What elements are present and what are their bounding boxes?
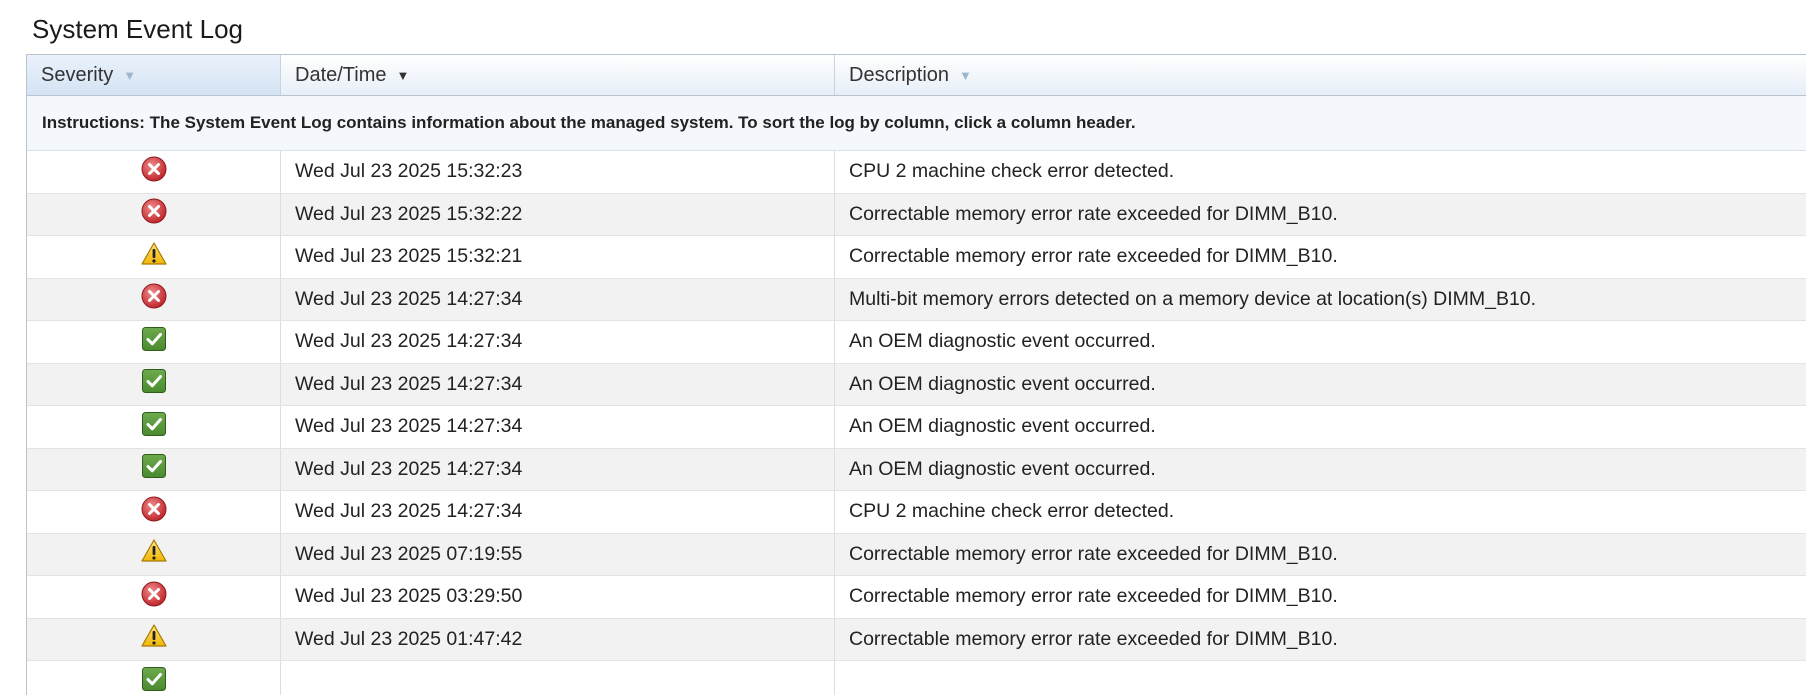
error-icon — [140, 580, 168, 614]
table-row: Wed Jul 23 2025 03:29:50 Correctable memo… — [27, 576, 1806, 619]
severity-cell — [27, 618, 281, 660]
severity-cell — [27, 151, 281, 193]
error-icon — [140, 495, 168, 529]
column-header-description[interactable]: Description ▼ — [835, 55, 1806, 95]
severity-cell — [27, 363, 281, 405]
datetime-cell: Wed Jul 23 2025 03:29:50 — [281, 576, 835, 618]
table-row — [27, 661, 1806, 695]
datetime-cell: Wed Jul 23 2025 14:27:34 — [281, 491, 835, 533]
datetime-cell: Wed Jul 23 2025 14:27:34 — [281, 278, 835, 320]
description-cell: Correctable memory error rate exceeded f… — [849, 585, 1338, 608]
description-cell: CPU 2 machine check error detected. — [849, 160, 1175, 183]
table-row: Wed Jul 23 2025 14:27:34 An OEM diagnosti… — [27, 363, 1806, 406]
datetime-cell: Wed Jul 23 2025 15:32:21 — [281, 236, 835, 278]
datetime-cell: Wed Jul 23 2025 07:19:55 — [281, 533, 835, 575]
ok-icon — [140, 665, 168, 695]
error-icon — [140, 155, 168, 189]
description-cell: An OEM diagnostic event occurred. — [849, 415, 1156, 438]
column-header-datetime[interactable]: Date/Time ▼ — [281, 55, 835, 95]
severity-cell — [27, 321, 281, 363]
sort-arrow-icon: ▼ — [396, 67, 410, 83]
datetime-cell: Wed Jul 23 2025 15:32:22 — [281, 193, 835, 235]
table-row: Wed Jul 23 2025 14:27:34 An OEM diagnosti… — [27, 448, 1806, 491]
table-row: Wed Jul 23 2025 14:27:34 An OEM diagnosti… — [27, 321, 1806, 364]
sort-arrow-icon: ▼ — [959, 67, 972, 83]
description-cell: Multi-bit memory errors detected on a me… — [849, 287, 1537, 310]
warning-icon — [140, 622, 168, 656]
table-body: Wed Jul 23 2025 15:32:23 CPU 2 machine ch… — [27, 151, 1806, 695]
page-title: System Event Log — [32, 14, 243, 44]
description-cell: Correctable memory error rate exceeded f… — [849, 542, 1338, 565]
description-cell: Correctable memory error rate exceeded f… — [849, 245, 1338, 268]
description-cell: An OEM diagnostic event occurred. — [849, 330, 1156, 353]
table-row: Wed Jul 23 2025 07:19:55 Correctable memo… — [27, 533, 1806, 576]
warning-icon — [140, 537, 168, 571]
sort-arrow-icon: ▼ — [123, 67, 137, 83]
datetime-cell: Wed Jul 23 2025 14:27:34 — [281, 448, 835, 490]
severity-cell — [27, 576, 281, 618]
error-icon — [140, 197, 168, 231]
table-row: Wed Jul 23 2025 15:32:22 Correctable memo… — [27, 193, 1806, 236]
table-row: Wed Jul 23 2025 14:27:34 Multi-bit memory… — [27, 278, 1806, 321]
description-cell: Correctable memory error rate exceeded f… — [849, 202, 1338, 225]
ok-icon — [140, 452, 168, 486]
warning-icon — [140, 240, 168, 274]
datetime-cell: Wed Jul 23 2025 15:32:23 — [281, 151, 835, 193]
severity-cell — [27, 661, 281, 695]
ok-icon — [140, 325, 168, 359]
severity-cell — [27, 533, 281, 575]
ok-icon — [140, 410, 168, 444]
column-header-label: Description — [849, 63, 950, 86]
table-row: Wed Jul 23 2025 15:32:23 CPU 2 machine ch… — [27, 151, 1806, 194]
ok-icon — [140, 367, 168, 401]
table-row: Wed Jul 23 2025 14:27:34 CPU 2 machine ch… — [27, 491, 1806, 534]
datetime-cell: Wed Jul 23 2025 01:47:42 — [281, 618, 835, 660]
severity-cell — [27, 491, 281, 533]
column-header-label: Severity — [41, 63, 114, 86]
severity-cell — [27, 278, 281, 320]
description-cell: CPU 2 machine check error detected. — [849, 500, 1175, 523]
table-row: Wed Jul 23 2025 01:47:42 Correctable memo… — [27, 618, 1806, 661]
instructions-text: Instructions: The System Event Log conta… — [27, 96, 1806, 151]
error-icon — [140, 282, 168, 316]
table-row: Wed Jul 23 2025 15:32:21 Correctable memo… — [27, 236, 1806, 279]
column-header-label: Date/Time — [295, 63, 387, 86]
severity-cell — [27, 193, 281, 235]
severity-cell — [27, 448, 281, 490]
datetime-cell: Wed Jul 23 2025 14:27:34 — [281, 363, 835, 405]
table-header: Severity ▼ Date/Time ▼ Description ▼ — [27, 55, 1806, 96]
datetime-cell — [281, 661, 835, 695]
description-cell: Correctable memory error rate exceeded f… — [849, 627, 1338, 650]
description-cell: An OEM diagnostic event occurred. — [849, 457, 1156, 480]
datetime-cell: Wed Jul 23 2025 14:27:34 — [281, 321, 835, 363]
column-header-severity[interactable]: Severity ▼ — [27, 55, 281, 95]
table-row: Wed Jul 23 2025 14:27:34 An OEM diagnosti… — [27, 406, 1806, 449]
description-cell: An OEM diagnostic event occurred. — [849, 372, 1156, 395]
severity-cell — [27, 406, 281, 448]
description-cell — [835, 661, 1806, 695]
datetime-cell: Wed Jul 23 2025 14:27:34 — [281, 406, 835, 448]
event-log-table: Severity ▼ Date/Time ▼ Description ▼ Ins… — [26, 54, 1806, 695]
severity-cell — [27, 236, 281, 278]
